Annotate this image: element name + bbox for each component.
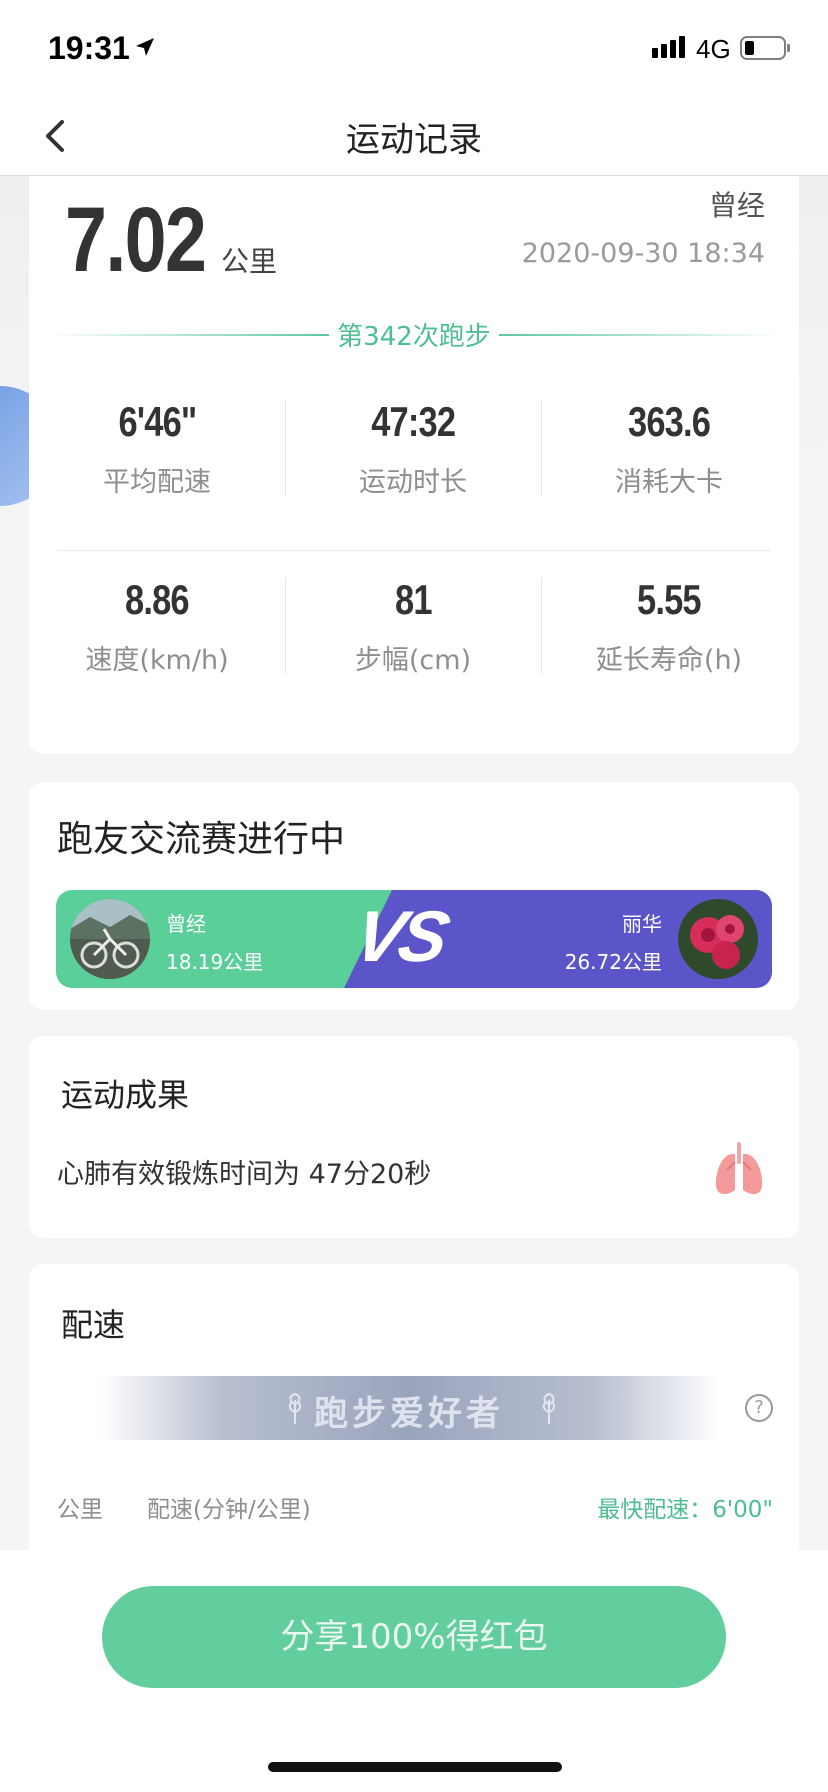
row-separator [57, 550, 771, 551]
stat-stride: 81 步幅(cm) [285, 576, 541, 677]
status-time: 19:31 [48, 30, 130, 66]
player-name: 曾经 [166, 912, 206, 936]
stat-label: 速度(km/h) [85, 645, 229, 676]
avatar[interactable] [678, 899, 758, 979]
runner-level: 跑步爱好者 [314, 1394, 504, 1434]
run-summary-card: 7.02 公里 曾经 2020-09-30 18:34 第342次跑步 6'46… [29, 176, 799, 754]
run-user-label: 曾经 [708, 189, 765, 222]
nav-bar: 运动记录 [0, 96, 828, 176]
result-text: 心肺有效锻炼时间为 47分20秒 [57, 1159, 432, 1190]
vs-bar[interactable]: 曾经 18.19公里 VS 丽华 26.72公里 [56, 890, 772, 988]
bottom-panel: 分享100%得红包 [0, 1550, 828, 1792]
opponent-distance: 26.72公里 [564, 950, 662, 974]
pace-title: 配速 [61, 1306, 126, 1344]
lungs-icon [713, 1142, 765, 1198]
avatar[interactable] [70, 899, 150, 979]
run-datetime: 2020-09-30 18:34 [521, 238, 765, 269]
contest-card[interactable]: 跑友交流赛进行中 曾经 18.19公里 VS 丽华 26.72公里 [29, 782, 799, 1010]
distance-unit: 公里 [221, 245, 278, 278]
stat-value: 363.6 [627, 398, 711, 445]
runner-level-banner: 跑步爱好者 [99, 1376, 719, 1440]
stat-value: 6'46" [118, 398, 197, 445]
column-header-pace: 配速(分钟/公里) [147, 1497, 311, 1523]
stat-life-extension: 5.55 延长寿命(h) [541, 576, 797, 677]
vs-label: VS [347, 897, 453, 977]
stat-pace: 6'46" 平均配速 [29, 398, 285, 499]
help-icon[interactable]: ? [745, 1394, 773, 1422]
stat-label: 运动时长 [359, 467, 467, 498]
stat-value: 81 [394, 576, 432, 623]
stat-value: 47:32 [370, 398, 456, 445]
opponent-name: 丽华 [622, 912, 662, 936]
distance-value: 7.02 [65, 189, 207, 291]
stat-label: 延长寿命(h) [595, 645, 743, 676]
stat-speed: 8.86 速度(km/h) [29, 576, 285, 677]
share-button[interactable]: 分享100%得红包 [102, 1586, 726, 1688]
divider-line [499, 334, 779, 336]
wheat-icon [539, 1392, 559, 1424]
stat-label: 消耗大卡 [615, 467, 723, 498]
run-count-row: 第342次跑步 [49, 316, 779, 352]
stat-value: 5.55 [637, 576, 702, 623]
stat-label: 平均配速 [103, 467, 211, 498]
stat-value: 8.86 [125, 576, 190, 623]
column-header-km: 公里 [57, 1497, 103, 1523]
signal-icon [652, 36, 688, 62]
result-title: 运动成果 [61, 1076, 190, 1114]
contest-title: 跑友交流赛进行中 [57, 819, 346, 860]
exercise-result-card: 运动成果 心肺有效锻炼时间为 47分20秒 [29, 1036, 799, 1238]
fastest-pace: 最快配速：6'00" [597, 1497, 773, 1523]
pace-card: 配速 跑步爱好者 ? 公里 配速(分钟/公里) 最快配速：6'00" [29, 1264, 799, 1564]
player-distance: 18.19公里 [166, 950, 264, 974]
stat-label: 步幅(cm) [354, 645, 472, 676]
network-type: 4G [696, 34, 731, 64]
status-bar: 19:31 4G [0, 0, 828, 96]
battery-icon [740, 36, 792, 64]
page-title: 运动记录 [346, 120, 482, 160]
location-arrow-icon [134, 36, 156, 62]
stat-duration: 47:32 运动时长 [285, 398, 541, 499]
stat-calories: 363.6 消耗大卡 [541, 398, 797, 499]
home-indicator[interactable] [268, 1762, 562, 1772]
